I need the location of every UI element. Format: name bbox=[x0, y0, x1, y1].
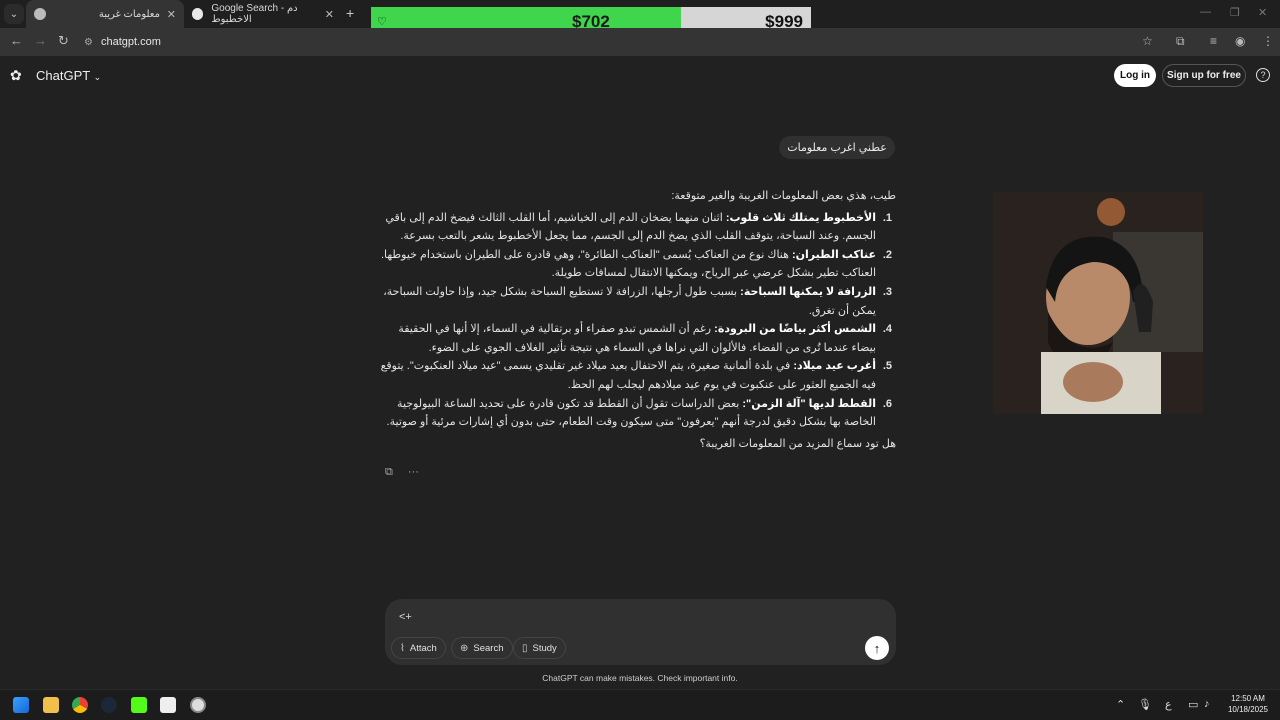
disclaimer-text: ChatGPT can make mistakes. Check importa… bbox=[542, 673, 738, 683]
chatgpt-favicon-icon bbox=[34, 8, 46, 20]
book-icon: ▯ bbox=[522, 642, 528, 654]
item-title: أغرب عيد ميلاد: bbox=[793, 360, 876, 373]
openai-logo-icon[interactable]: ✿ bbox=[10, 67, 22, 84]
globe-icon: ⊕ bbox=[460, 642, 469, 654]
file-explorer-icon[interactable] bbox=[43, 697, 59, 713]
forward-icon[interactable]: → bbox=[34, 33, 47, 48]
list-item: 6. القطط لديها "آلة الزمن": بعض الدراسات … bbox=[380, 395, 896, 432]
study-label: Study bbox=[532, 642, 557, 654]
list-item: 3. الزرافة لا يمكنها السباحة: بسبب طول أر… bbox=[380, 283, 896, 320]
reload-icon[interactable]: ↻ bbox=[58, 33, 69, 49]
send-button[interactable]: ↑ bbox=[865, 636, 889, 660]
kick-icon[interactable] bbox=[131, 697, 147, 713]
app-header: ✿ ChatGPT ⌄ Log in Sign up for free ? bbox=[0, 58, 1280, 94]
item-number: 2. bbox=[882, 248, 892, 261]
facts-list: 1. الأخطبوط يمتلك ثلاث قلوب: اثنان منهما … bbox=[380, 209, 896, 432]
item-number: 6. bbox=[882, 397, 892, 410]
system-clock[interactable]: 12:50 AM 10/18/2025 bbox=[1220, 693, 1276, 715]
tab-title: Google Search - دم الاخطبوط bbox=[211, 3, 298, 25]
search-label: Search bbox=[473, 642, 504, 654]
obs-icon[interactable] bbox=[190, 697, 206, 713]
windows-start-icon[interactable] bbox=[13, 697, 29, 713]
clock-date: 10/18/2025 bbox=[1227, 705, 1269, 714]
network-icon[interactable]: ▭ bbox=[1188, 698, 1198, 711]
message-composer[interactable]: <+ ⌇ Attach ⊕ Search ▯ Study ↑ bbox=[385, 599, 896, 665]
microphone-icon[interactable]: 🎙 bbox=[1138, 698, 1152, 711]
chevron-up-icon[interactable]: ⌃ bbox=[1116, 698, 1125, 711]
item-number: 4. bbox=[882, 323, 892, 336]
item-title: الزرافة لا يمكنها السباحة: bbox=[740, 285, 876, 298]
media-icon[interactable]: ≡ bbox=[1210, 34, 1217, 48]
paperclip-icon: ⌇ bbox=[400, 642, 405, 654]
site-info-icon[interactable]: ⚙ bbox=[84, 37, 93, 48]
url-field[interactable]: ⚙ chatgpt.com bbox=[84, 32, 1164, 52]
item-title: الشمس أكثر بياضًا من البرودة: bbox=[714, 323, 876, 336]
webcam-overlay bbox=[993, 192, 1203, 414]
clock-time: 12:50 AM bbox=[1231, 694, 1265, 703]
close-window-icon[interactable]: ✕ bbox=[1258, 6, 1267, 19]
maximize-icon[interactable]: ❐ bbox=[1230, 6, 1240, 19]
login-button[interactable]: Log in bbox=[1114, 64, 1156, 87]
user-message-bubble: عطني اغرب معلومات bbox=[779, 136, 895, 159]
answer-intro: طيب، هذي بعض المعلومات الغريبة والغير مت… bbox=[671, 190, 896, 202]
close-tab-icon[interactable]: ✕ bbox=[167, 8, 176, 21]
list-item: 5. أغرب عيد ميلاد: في بلدة ألمانية صغيرة،… bbox=[380, 357, 896, 394]
answer-outro: هل تود سماع المزيد من المعلومات الغريبة؟ bbox=[699, 437, 896, 450]
google-favicon-icon bbox=[192, 8, 204, 20]
copy-icon[interactable]: ⧉ bbox=[385, 466, 393, 478]
heart-icon: ♡ bbox=[377, 16, 387, 28]
tab-search-dropdown[interactable]: ⌄ bbox=[4, 4, 24, 24]
search-button[interactable]: ⊕ Search bbox=[451, 637, 513, 659]
windows-taskbar: ⌃ 🎙 ع ▭ ♪ 12:50 AM 10/18/2025 bbox=[0, 689, 1280, 720]
list-item: 1. الأخطبوط يمتلك ثلاث قلوب: اثنان منهما … bbox=[380, 209, 896, 246]
tab-google-search[interactable]: Google Search - دم الاخطبوط ✕ bbox=[184, 0, 342, 28]
arrow-up-icon: ↑ bbox=[873, 640, 881, 656]
address-bar-row: ← → ↻ ⚙ chatgpt.com ☆ ⧉ ≡ ◉ ⋮ bbox=[0, 28, 1280, 56]
volume-icon[interactable]: ♪ bbox=[1204, 698, 1210, 710]
list-item: 2. عناكب الطيران: هناك نوع من العناكب يُس… bbox=[380, 246, 896, 283]
app-icon[interactable] bbox=[160, 697, 176, 713]
list-item: 4. الشمس أكثر بياضًا من البرودة: رغم أن ا… bbox=[380, 320, 896, 357]
app-name: ChatGPT bbox=[36, 68, 90, 83]
menu-kebab-icon[interactable]: ⋮ bbox=[1262, 34, 1274, 48]
new-tab-button[interactable]: + bbox=[346, 5, 354, 21]
url-text: chatgpt.com bbox=[100, 36, 161, 48]
message-input[interactable]: <+ bbox=[399, 611, 412, 623]
back-icon[interactable]: ← bbox=[10, 33, 23, 48]
streamer-webcam-image bbox=[993, 192, 1203, 414]
tab-active[interactable]: معلومات غريبة ✕ bbox=[26, 0, 184, 28]
steam-icon[interactable] bbox=[101, 697, 117, 713]
bookmark-star-icon[interactable]: ☆ bbox=[1142, 34, 1153, 48]
more-options-icon[interactable]: ··· bbox=[408, 466, 419, 478]
item-number: 5. bbox=[882, 360, 892, 373]
chrome-icon[interactable] bbox=[72, 697, 88, 713]
item-number: 3. bbox=[882, 285, 892, 298]
item-title: عناكب الطيران: bbox=[791, 248, 876, 261]
tab-title: معلومات غريبة bbox=[98, 8, 160, 20]
profile-icon[interactable]: ◉ bbox=[1235, 34, 1245, 48]
minimize-icon[interactable]: — bbox=[1200, 6, 1211, 18]
attach-label: Attach bbox=[409, 642, 437, 654]
attach-button[interactable]: ⌇ Attach bbox=[391, 637, 446, 659]
item-title: القطط لديها "آلة الزمن": bbox=[742, 397, 876, 410]
assistant-message: طيب، هذي بعض المعلومات الغريبة والغير مت… bbox=[380, 187, 896, 453]
message-actions: ⧉ ··· bbox=[385, 466, 431, 479]
model-selector[interactable]: ChatGPT ⌄ bbox=[36, 68, 101, 83]
language-indicator[interactable]: ع bbox=[1165, 698, 1172, 711]
help-icon[interactable]: ? bbox=[1256, 68, 1270, 82]
item-title: الأخطبوط يمتلك ثلاث قلوب: bbox=[725, 211, 876, 224]
extensions-icon[interactable]: ⧉ bbox=[1176, 34, 1185, 49]
item-number: 1. bbox=[882, 211, 892, 224]
chevron-down-icon: ⌄ bbox=[93, 72, 102, 82]
close-tab-icon[interactable]: ✕ bbox=[325, 8, 334, 21]
signup-button[interactable]: Sign up for free bbox=[1162, 64, 1246, 87]
study-button[interactable]: ▯ Study bbox=[513, 637, 566, 659]
